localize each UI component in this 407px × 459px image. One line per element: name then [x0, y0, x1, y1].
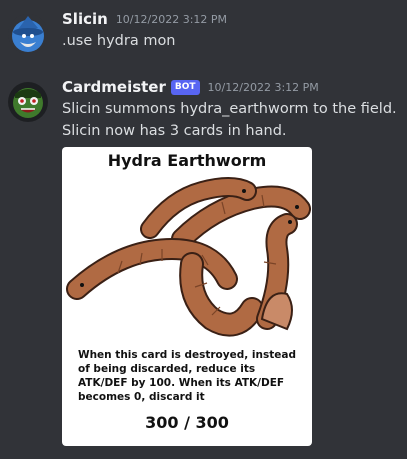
message-text: .use hydra mon — [62, 33, 176, 49]
message-text-line-2: Slicin now has 3 cards in hand. — [62, 123, 287, 139]
timestamp: 10/12/2022 3:12 PM — [115, 12, 228, 26]
wizard-avatar-icon — [8, 14, 48, 54]
card-image-attachment[interactable]: Hydra Earthworm When this card is destro… — [62, 147, 312, 446]
card-stats: 300 / 300 — [145, 413, 229, 432]
card-title: Hydra Earthworm — [107, 151, 267, 170]
earthworm-hydra-art-icon — [66, 177, 311, 337]
goblin-avatar-icon — [8, 82, 48, 122]
message-content: Slicin 10/12/2022 3:12 PM .use hydra mon — [62, 8, 401, 52]
message-header: Slicin 10/12/2022 3:12 PM — [62, 8, 401, 30]
card-description: When this card is destroyed, instead of … — [78, 349, 296, 403]
timestamp: 10/12/2022 3:12 PM — [207, 80, 319, 94]
chat-view: Slicin 10/12/2022 3:12 PM .use hydra mon — [0, 0, 407, 459]
bot-tag: BOT — [170, 79, 200, 95]
bot-avatar[interactable] — [8, 82, 48, 122]
username[interactable]: Cardmeister — [62, 78, 166, 96]
message-text-line-1: Slicin summons hydra_earthworm to the fi… — [62, 101, 397, 117]
message-header: Cardmeister BOT 10/12/2022 3:12 PM — [62, 76, 401, 98]
username[interactable]: Slicin — [62, 10, 108, 28]
user-avatar[interactable] — [8, 14, 48, 54]
message-content: Cardmeister BOT 10/12/2022 3:12 PM Slici… — [62, 76, 401, 142]
